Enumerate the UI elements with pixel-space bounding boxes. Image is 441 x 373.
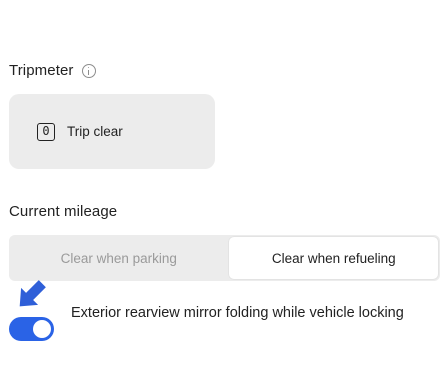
option-clear-when-refueling[interactable]: Clear when refueling — [228, 236, 439, 280]
mirror-folding-label: Exterior rearview mirror folding while v… — [71, 305, 404, 321]
mileage-segmented-control: Clear when parking Clear when refueling — [9, 235, 440, 281]
mirror-folding-setting: Exterior rearview mirror folding while v… — [9, 300, 439, 356]
current-mileage-title: Current mileage — [9, 203, 118, 220]
settings-page: Tripmeter 0 Trip clear Current mileage C… — [0, 0, 441, 373]
pointer-arrow-icon — [19, 280, 46, 307]
trip-clear-label: Trip clear — [67, 124, 123, 139]
tripmeter-section: Tripmeter — [9, 62, 96, 79]
tripmeter-title: Tripmeter — [9, 62, 74, 79]
trip-reset-icon: 0 — [37, 122, 55, 141]
toggle-knob — [33, 320, 51, 338]
info-icon[interactable] — [81, 63, 96, 78]
trip-clear-button[interactable]: 0 Trip clear — [9, 94, 215, 169]
mirror-folding-toggle[interactable] — [9, 317, 54, 341]
